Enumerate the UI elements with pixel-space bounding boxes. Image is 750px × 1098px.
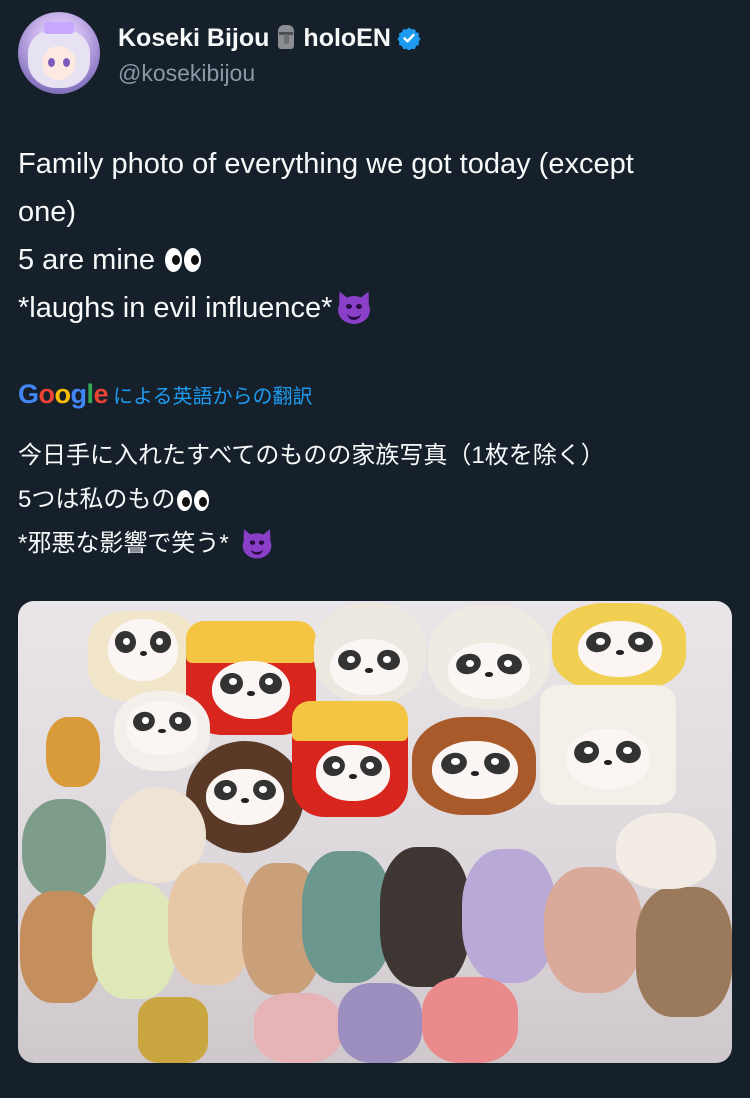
tweet-photo[interactable] (18, 601, 732, 1063)
avatar[interactable] (18, 12, 100, 94)
user-handle[interactable]: @kosekibijou (118, 60, 255, 87)
labubu-plush (338, 983, 422, 1063)
panda-face (212, 661, 290, 719)
tweet-text: Family photo of everything we got today … (18, 140, 730, 332)
translated-line: 5つは私のもの (18, 478, 730, 522)
panda-face (126, 701, 198, 755)
name-row[interactable]: Koseki Bijou holoEN (118, 22, 421, 54)
translated-line: *邪悪な影響で笑う* (18, 522, 730, 566)
cat-keychain (46, 717, 100, 787)
panda-face (206, 769, 284, 825)
labubu-plush (636, 887, 732, 1017)
moai-icon (275, 25, 297, 51)
fries-top (292, 701, 408, 741)
fries-top (186, 621, 316, 663)
eyes-icon (165, 248, 202, 272)
labubu-plush (302, 851, 392, 983)
figure (138, 997, 208, 1063)
translated-line: 今日手に入れたすべてのものの家族写真（1枚を除く） (18, 442, 605, 469)
translated-text: 今日手に入れたすべてのものの家族写真（1枚を除く） 5つは私のもの *邪悪な影響… (18, 434, 730, 566)
smiling-devil-icon (238, 526, 275, 560)
panda-face (330, 639, 408, 695)
translated-line-text: 5つは私のもの (18, 486, 176, 513)
google-logo: Google (18, 378, 109, 409)
display-name-suffix[interactable]: holoEN (303, 24, 391, 53)
tweet-line-text: *laughs in evil influence* (18, 292, 333, 324)
panda-face (566, 729, 650, 789)
panda-face (578, 621, 662, 677)
labubu-plush (168, 863, 252, 985)
tweet-line: one) (18, 196, 77, 228)
panda-face (432, 741, 518, 799)
panda-face (448, 643, 530, 699)
labubu-plush (462, 849, 556, 983)
hedgehog-plush (22, 799, 106, 899)
translated-line-text: *邪悪な影響で笑う* (18, 530, 229, 557)
panda-face (108, 619, 178, 681)
labubu-plush (544, 867, 642, 993)
display-name[interactable]: Koseki Bijou (118, 24, 269, 53)
verified-icon (397, 27, 421, 50)
panda-face (316, 745, 390, 801)
tweet-line: Family photo of everything we got today … (18, 148, 634, 180)
translation-label[interactable]: による英語からの翻訳 (113, 380, 312, 409)
labubu-plush (92, 883, 176, 999)
calico-plush (616, 813, 716, 889)
tweet-header: Koseki Bijou holoEN @kosekibijou (18, 12, 732, 96)
tweet-line: 5 are mine (18, 236, 730, 284)
tweet-line: *laughs in evil influence* (18, 284, 730, 332)
eyes-icon (177, 489, 210, 511)
smiling-devil-icon (334, 289, 375, 325)
translation-header[interactable]: Google による英語からの翻訳 (18, 376, 312, 412)
labubu-plush (254, 993, 342, 1063)
tweet-line-text: 5 are mine (18, 244, 156, 276)
labubu-plush (380, 847, 470, 987)
labubu-plush (20, 891, 102, 1003)
labubu-plush (422, 977, 518, 1063)
